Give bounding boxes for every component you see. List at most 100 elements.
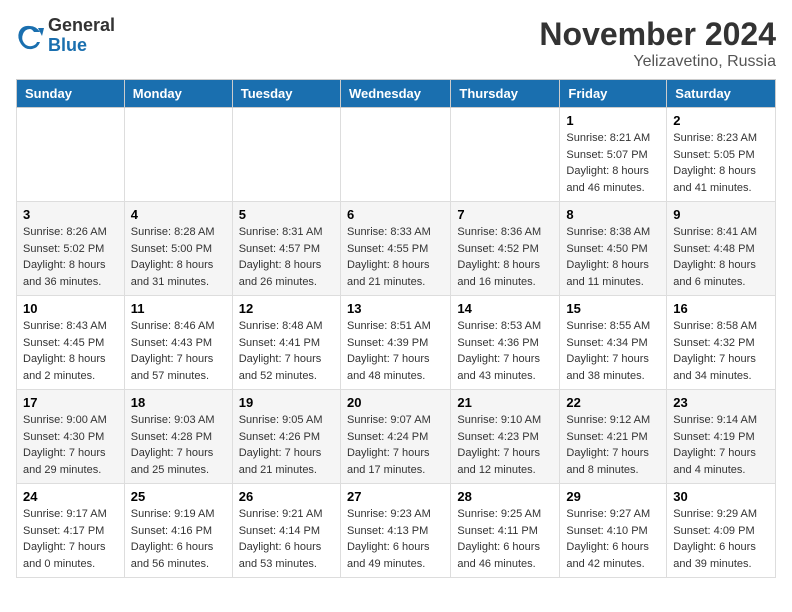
day-info: Sunrise: 9:00 AMSunset: 4:30 PMDaylight:… bbox=[23, 412, 118, 478]
day-number: 8 bbox=[566, 207, 660, 222]
day-number: 25 bbox=[131, 489, 226, 504]
day-number: 1 bbox=[566, 113, 660, 128]
day-info: Sunrise: 8:58 AMSunset: 4:32 PMDaylight:… bbox=[673, 318, 769, 384]
calendar-cell: 26 Sunrise: 9:21 AMSunset: 4:14 PMDayligh… bbox=[232, 484, 340, 578]
day-info: Sunrise: 8:46 AMSunset: 4:43 PMDaylight:… bbox=[131, 318, 226, 384]
day-number: 3 bbox=[23, 207, 118, 222]
calendar-week-row: 10 Sunrise: 8:43 AMSunset: 4:45 PMDayligh… bbox=[17, 296, 776, 390]
logo-icon bbox=[16, 22, 44, 50]
calendar-cell: 14 Sunrise: 8:53 AMSunset: 4:36 PMDayligh… bbox=[451, 296, 560, 390]
day-info: Sunrise: 8:28 AMSunset: 5:00 PMDaylight:… bbox=[131, 224, 226, 290]
day-number: 12 bbox=[239, 301, 334, 316]
calendar-cell: 1Sunrise: 8:21 AMSunset: 5:07 PMDaylight… bbox=[560, 108, 667, 202]
day-number: 17 bbox=[23, 395, 118, 410]
calendar-day-header: Monday bbox=[124, 80, 232, 108]
day-info: Sunrise: 8:26 AMSunset: 5:02 PMDaylight:… bbox=[23, 224, 118, 290]
calendar-cell: 23 Sunrise: 9:14 AMSunset: 4:19 PMDayligh… bbox=[667, 390, 776, 484]
day-number: 11 bbox=[131, 301, 226, 316]
calendar-cell: 9 Sunrise: 8:41 AMSunset: 4:48 PMDaylight… bbox=[667, 202, 776, 296]
day-number: 14 bbox=[457, 301, 553, 316]
calendar-cell: 4 Sunrise: 8:28 AMSunset: 5:00 PMDaylight… bbox=[124, 202, 232, 296]
day-number: 9 bbox=[673, 207, 769, 222]
calendar-cell: 16Sunrise: 8:58 AMSunset: 4:32 PMDayligh… bbox=[667, 296, 776, 390]
calendar-cell: 27 Sunrise: 9:23 AMSunset: 4:13 PMDayligh… bbox=[340, 484, 450, 578]
calendar-cell bbox=[451, 108, 560, 202]
day-info: Sunrise: 9:27 AMSunset: 4:10 PMDaylight:… bbox=[566, 506, 660, 572]
calendar-cell: 28Sunrise: 9:25 AMSunset: 4:11 PMDayligh… bbox=[451, 484, 560, 578]
calendar-week-row: 3 Sunrise: 8:26 AMSunset: 5:02 PMDaylight… bbox=[17, 202, 776, 296]
day-number: 2 bbox=[673, 113, 769, 128]
calendar-day-header: Thursday bbox=[451, 80, 560, 108]
calendar-cell: 29 Sunrise: 9:27 AMSunset: 4:10 PMDayligh… bbox=[560, 484, 667, 578]
day-info: Sunrise: 8:51 AMSunset: 4:39 PMDaylight:… bbox=[347, 318, 444, 384]
calendar-cell: 15Sunrise: 8:55 AMSunset: 4:34 PMDayligh… bbox=[560, 296, 667, 390]
calendar-week-row: 17 Sunrise: 9:00 AMSunset: 4:30 PMDayligh… bbox=[17, 390, 776, 484]
day-info: Sunrise: 9:23 AMSunset: 4:13 PMDaylight:… bbox=[347, 506, 444, 572]
calendar-week-row: 24 Sunrise: 9:17 AMSunset: 4:17 PMDayligh… bbox=[17, 484, 776, 578]
calendar-week-row: 1Sunrise: 8:21 AMSunset: 5:07 PMDaylight… bbox=[17, 108, 776, 202]
day-number: 23 bbox=[673, 395, 769, 410]
day-info: Sunrise: 9:19 AMSunset: 4:16 PMDaylight:… bbox=[131, 506, 226, 572]
calendar-cell: 30 Sunrise: 9:29 AMSunset: 4:09 PMDayligh… bbox=[667, 484, 776, 578]
day-info: Sunrise: 9:21 AMSunset: 4:14 PMDaylight:… bbox=[239, 506, 334, 572]
day-number: 29 bbox=[566, 489, 660, 504]
calendar-cell: 17 Sunrise: 9:00 AMSunset: 4:30 PMDayligh… bbox=[17, 390, 125, 484]
day-info: Sunrise: 9:12 AMSunset: 4:21 PMDaylight:… bbox=[566, 412, 660, 478]
day-number: 19 bbox=[239, 395, 334, 410]
day-number: 24 bbox=[23, 489, 118, 504]
day-number: 4 bbox=[131, 207, 226, 222]
day-info: Sunrise: 8:43 AMSunset: 4:45 PMDaylight:… bbox=[23, 318, 118, 384]
day-info: Sunrise: 9:07 AMSunset: 4:24 PMDaylight:… bbox=[347, 412, 444, 478]
day-number: 21 bbox=[457, 395, 553, 410]
calendar-cell: 24 Sunrise: 9:17 AMSunset: 4:17 PMDayligh… bbox=[17, 484, 125, 578]
day-number: 30 bbox=[673, 489, 769, 504]
page-header: General Blue November 2024 Yelizavetino,… bbox=[16, 16, 776, 71]
calendar-cell: 5Sunrise: 8:31 AMSunset: 4:57 PMDaylight… bbox=[232, 202, 340, 296]
logo-blue-text: Blue bbox=[48, 36, 115, 56]
calendar-cell: 18Sunrise: 9:03 AMSunset: 4:28 PMDayligh… bbox=[124, 390, 232, 484]
day-number: 20 bbox=[347, 395, 444, 410]
logo-text: General Blue bbox=[48, 16, 115, 56]
day-info: Sunrise: 9:10 AMSunset: 4:23 PMDaylight:… bbox=[457, 412, 553, 478]
day-info: Sunrise: 9:14 AMSunset: 4:19 PMDaylight:… bbox=[673, 412, 769, 478]
calendar-cell: 7Sunrise: 8:36 AMSunset: 4:52 PMDaylight… bbox=[451, 202, 560, 296]
day-info: Sunrise: 9:17 AMSunset: 4:17 PMDaylight:… bbox=[23, 506, 118, 572]
day-number: 27 bbox=[347, 489, 444, 504]
day-info: Sunrise: 8:38 AMSunset: 4:50 PMDaylight:… bbox=[566, 224, 660, 290]
calendar-day-header: Tuesday bbox=[232, 80, 340, 108]
calendar-cell: 25 Sunrise: 9:19 AMSunset: 4:16 PMDayligh… bbox=[124, 484, 232, 578]
day-info: Sunrise: 8:31 AMSunset: 4:57 PMDaylight:… bbox=[239, 224, 334, 290]
calendar-table: SundayMondayTuesdayWednesdayThursdayFrid… bbox=[16, 79, 776, 578]
day-info: Sunrise: 8:48 AMSunset: 4:41 PMDaylight:… bbox=[239, 318, 334, 384]
calendar-cell bbox=[232, 108, 340, 202]
calendar-cell: 21 Sunrise: 9:10 AMSunset: 4:23 PMDayligh… bbox=[451, 390, 560, 484]
day-number: 13 bbox=[347, 301, 444, 316]
day-info: Sunrise: 8:53 AMSunset: 4:36 PMDaylight:… bbox=[457, 318, 553, 384]
day-info: Sunrise: 9:25 AMSunset: 4:11 PMDaylight:… bbox=[457, 506, 553, 572]
calendar-day-header: Wednesday bbox=[340, 80, 450, 108]
calendar-day-header: Sunday bbox=[17, 80, 125, 108]
calendar-day-header: Friday bbox=[560, 80, 667, 108]
calendar-day-header: Saturday bbox=[667, 80, 776, 108]
day-number: 10 bbox=[23, 301, 118, 316]
month-title: November 2024 bbox=[539, 16, 776, 53]
calendar-cell: 12 Sunrise: 8:48 AMSunset: 4:41 PMDayligh… bbox=[232, 296, 340, 390]
day-info: Sunrise: 9:29 AMSunset: 4:09 PMDaylight:… bbox=[673, 506, 769, 572]
day-number: 22 bbox=[566, 395, 660, 410]
day-info: Sunrise: 8:41 AMSunset: 4:48 PMDaylight:… bbox=[673, 224, 769, 290]
day-info: Sunrise: 9:03 AMSunset: 4:28 PMDaylight:… bbox=[131, 412, 226, 478]
logo: General Blue bbox=[16, 16, 115, 56]
day-number: 15 bbox=[566, 301, 660, 316]
day-info: Sunrise: 8:23 AMSunset: 5:05 PMDaylight:… bbox=[673, 130, 769, 196]
calendar-cell: 13 Sunrise: 8:51 AMSunset: 4:39 PMDayligh… bbox=[340, 296, 450, 390]
day-number: 6 bbox=[347, 207, 444, 222]
calendar-cell: 8 Sunrise: 8:38 AMSunset: 4:50 PMDaylight… bbox=[560, 202, 667, 296]
day-info: Sunrise: 8:33 AMSunset: 4:55 PMDaylight:… bbox=[347, 224, 444, 290]
location: Yelizavetino, Russia bbox=[539, 53, 776, 71]
title-area: November 2024 Yelizavetino, Russia bbox=[539, 16, 776, 71]
calendar-cell: 11 Sunrise: 8:46 AMSunset: 4:43 PMDayligh… bbox=[124, 296, 232, 390]
calendar-cell bbox=[17, 108, 125, 202]
day-number: 26 bbox=[239, 489, 334, 504]
calendar-cell: 6 Sunrise: 8:33 AMSunset: 4:55 PMDaylight… bbox=[340, 202, 450, 296]
calendar-cell bbox=[124, 108, 232, 202]
